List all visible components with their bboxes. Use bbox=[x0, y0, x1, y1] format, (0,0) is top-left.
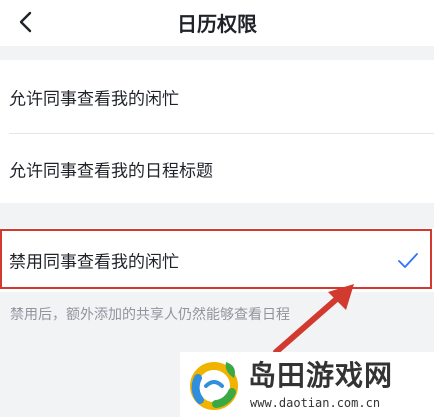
page-title: 日历权限 bbox=[177, 12, 257, 36]
watermark-logo bbox=[190, 362, 238, 410]
top-bar: 日历权限 bbox=[0, 0, 434, 46]
option-allow-busy[interactable]: 允许同事查看我的闲忙 bbox=[0, 62, 434, 132]
option-allow-title[interactable]: 允许同事查看我的日程标题 bbox=[0, 134, 434, 204]
watermark: 岛田游戏网 www.daotian.com.cn bbox=[180, 352, 434, 417]
check-icon bbox=[398, 253, 418, 268]
hint-text: 禁用后，额外添加的共享人仍然能够查看日程 bbox=[10, 307, 290, 323]
option-label: 允许同事查看我的闲忙 bbox=[9, 89, 179, 110]
option-disable-busy[interactable]: 禁用同事查看我的闲忙 bbox=[0, 225, 434, 295]
permission-group-disable: 禁用同事查看我的闲忙 bbox=[0, 228, 434, 292]
watermark-url: www.daotian.com.cn bbox=[250, 396, 381, 410]
option-label: 允许同事查看我的日程标题 bbox=[9, 161, 213, 182]
permission-group-allow: 允许同事查看我的闲忙 允许同事查看我的日程标题 bbox=[0, 60, 434, 203]
annotation-arrow bbox=[273, 284, 354, 355]
option-label: 禁用同事查看我的闲忙 bbox=[9, 252, 179, 273]
watermark-brand: 岛田游戏网 bbox=[248, 359, 394, 392]
